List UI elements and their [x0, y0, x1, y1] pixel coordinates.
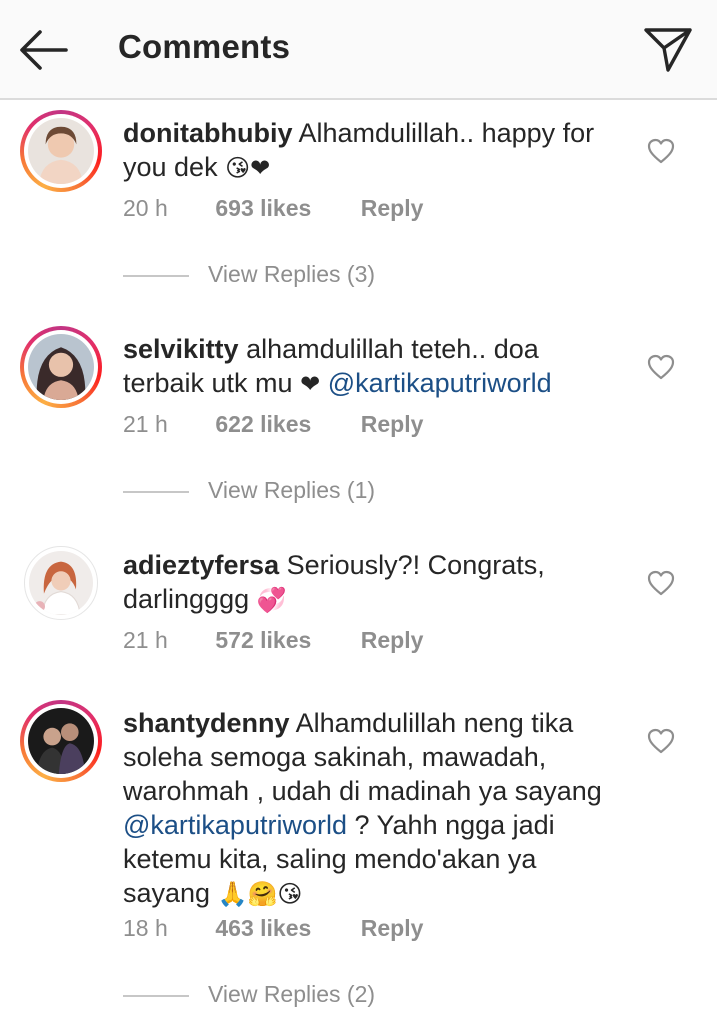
- comment-time: 21 h: [123, 627, 168, 653]
- comment-meta: 20 h 693 likes Reply: [123, 195, 423, 222]
- divider-line: [123, 491, 189, 493]
- view-replies-label: View Replies (3): [208, 261, 376, 287]
- comment-emoji: 🙏🤗😘: [217, 880, 303, 908]
- view-replies-label: View Replies (2): [208, 981, 376, 1007]
- reply-button[interactable]: Reply: [361, 627, 424, 654]
- reply-button[interactable]: Reply: [361, 195, 424, 222]
- view-replies-label: View Replies (1): [208, 477, 376, 503]
- avatar: [29, 551, 93, 615]
- reply-button[interactable]: Reply: [361, 915, 424, 942]
- comment-likes[interactable]: 463 likes: [215, 915, 354, 942]
- page-title: Comments: [118, 28, 291, 65]
- comment-meta: 18 h 463 likes Reply: [123, 915, 423, 942]
- comment-likes[interactable]: 693 likes: [215, 195, 354, 222]
- divider-line: [123, 275, 189, 277]
- avatar: [28, 334, 94, 400]
- comment-emoji: 😘❤: [225, 154, 271, 182]
- comment-likes[interactable]: 622 likes: [215, 411, 354, 438]
- comment-text: shantydenny Alhamdulillah neng tika sole…: [123, 706, 623, 911]
- comment-username[interactable]: donitabhubiy: [123, 118, 292, 148]
- avatar-story-ring[interactable]: [20, 110, 102, 192]
- heart-icon[interactable]: [647, 138, 675, 164]
- comment-username[interactable]: shantydenny: [123, 708, 290, 738]
- comment-username[interactable]: adieztyfersa: [123, 550, 279, 580]
- comment-time: 21 h: [123, 411, 168, 437]
- comment-time: 20 h: [123, 195, 168, 221]
- comment-username[interactable]: selvikitty: [123, 334, 239, 364]
- comment-mention[interactable]: @kartikaputriworld: [328, 368, 552, 398]
- avatar-story-ring[interactable]: [20, 700, 102, 782]
- heart-icon[interactable]: [647, 354, 675, 380]
- comment-emoji: ❤: [300, 370, 321, 398]
- comment-likes[interactable]: 572 likes: [215, 627, 354, 654]
- comment-text: selvikitty alhamdulillah teteh.. doa ter…: [123, 332, 623, 401]
- divider-line: [123, 995, 189, 997]
- send-icon[interactable]: [640, 24, 696, 76]
- comment-meta: 21 h 622 likes Reply: [123, 411, 423, 438]
- top-bar: Comments: [0, 0, 717, 100]
- comment-mention[interactable]: @kartikaputriworld: [123, 810, 347, 840]
- heart-icon[interactable]: [647, 570, 675, 596]
- avatar: [28, 708, 94, 774]
- comment-meta: 21 h 572 likes Reply: [123, 627, 423, 654]
- back-arrow-icon[interactable]: [18, 26, 70, 74]
- heart-icon[interactable]: [647, 728, 675, 754]
- avatar-story-ring[interactable]: [20, 326, 102, 408]
- comment-text: adieztyfersa Seriously?! Congrats, darli…: [123, 548, 623, 617]
- avatar: [28, 118, 94, 184]
- comment-emoji: 💞: [256, 586, 287, 614]
- avatar-ring[interactable]: [20, 542, 102, 624]
- comment-text: donitabhubiy Alhamdulillah.. happy for y…: [123, 116, 623, 185]
- reply-button[interactable]: Reply: [361, 411, 424, 438]
- comment-time: 18 h: [123, 915, 168, 941]
